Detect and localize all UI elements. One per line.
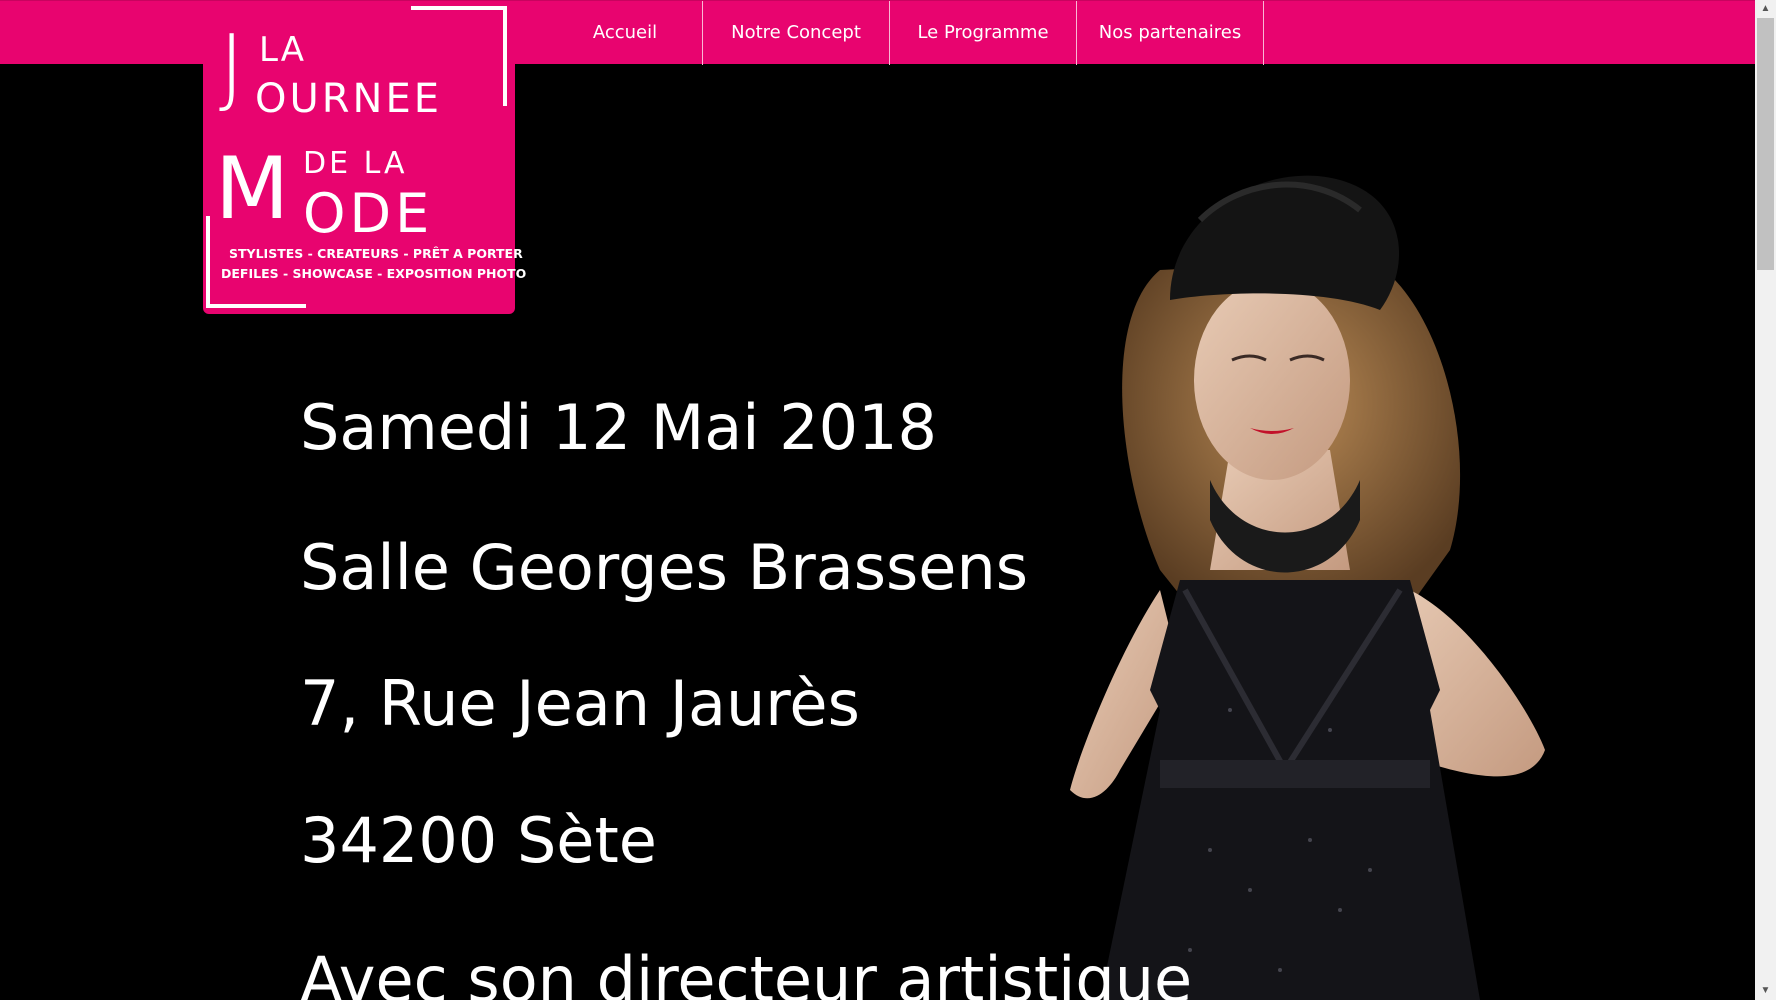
event-director-line: Avec son directeur artistique bbox=[300, 943, 1193, 1000]
logo-tagline-2: DEFILES - SHOWCASE - EXPOSITION PHOTO bbox=[221, 266, 527, 281]
nav-separator bbox=[1263, 1, 1264, 65]
logo-frame bbox=[503, 6, 507, 106]
nav-nos-partenaires[interactable]: Nos partenaires bbox=[1077, 1, 1263, 65]
event-venue: Salle Georges Brassens bbox=[300, 531, 1029, 604]
nav-notre-concept[interactable]: Notre Concept bbox=[703, 1, 889, 65]
event-city: 34200 Sète bbox=[300, 804, 657, 877]
scroll-down-icon[interactable]: ▼ bbox=[1755, 982, 1776, 1000]
logo-ournee: OURNEE bbox=[255, 76, 443, 122]
page-scrollbar[interactable]: ▲ ▼ bbox=[1755, 0, 1776, 1000]
logo-tagline-1: STYLISTES - CREATEURS - PRÊT A PORTER bbox=[229, 246, 523, 261]
logo-de-la: DE LA bbox=[303, 146, 408, 181]
logo-la: LA bbox=[259, 30, 306, 70]
site-logo[interactable]: J LA OURNEE M DE LA ODE STYLISTES - CREA… bbox=[203, 6, 526, 314]
logo-frame bbox=[206, 304, 306, 308]
logo-letter-j: J bbox=[219, 17, 245, 117]
nav-accueil[interactable]: Accueil bbox=[555, 1, 695, 65]
logo-frame bbox=[206, 216, 210, 308]
event-street: 7, Rue Jean Jaurès bbox=[300, 667, 860, 740]
scroll-up-icon[interactable]: ▲ bbox=[1755, 0, 1776, 18]
nav-le-programme[interactable]: Le Programme bbox=[890, 1, 1076, 65]
page: Accueil Notre Concept Le Programme Nos p… bbox=[0, 0, 1755, 1000]
logo-frame bbox=[411, 6, 507, 10]
scroll-thumb[interactable] bbox=[1757, 18, 1774, 270]
event-date: Samedi 12 Mai 2018 bbox=[300, 391, 937, 464]
logo-letter-m: M bbox=[215, 139, 290, 239]
model-photo bbox=[1070, 175, 1545, 1000]
logo-ode: ODE bbox=[303, 182, 434, 245]
